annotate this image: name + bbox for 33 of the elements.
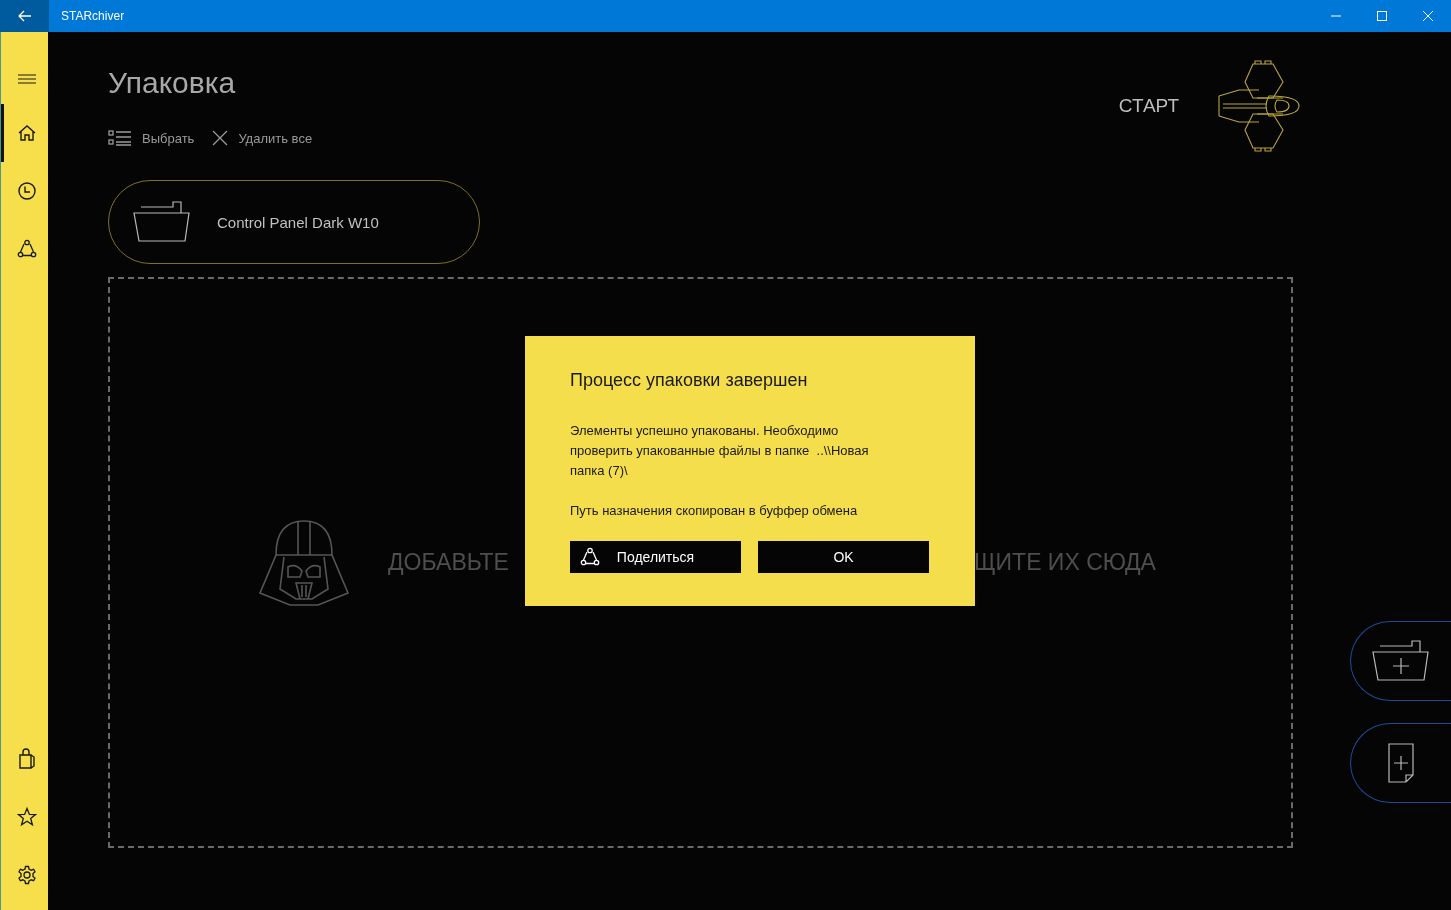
share-button[interactable]: Поделиться	[570, 541, 741, 573]
close-icon	[1423, 11, 1433, 21]
toolbar-button[interactable]: Удалить все	[212, 130, 313, 146]
folder-add-icon	[1372, 640, 1430, 682]
helmet-icon	[258, 518, 350, 607]
dialog-title: Процесс упаковки завершен	[570, 370, 809, 391]
folder-icon	[133, 201, 191, 243]
star-icon	[16, 807, 37, 827]
maximize-icon	[1377, 11, 1387, 21]
file-add-icon	[1386, 743, 1416, 783]
list-icon	[108, 130, 132, 146]
clock-icon	[16, 181, 37, 201]
drop-hint: ДОБАВЬТЕ	[388, 549, 510, 576]
settings-icon	[16, 865, 37, 885]
menu-icon	[17, 74, 36, 84]
close-icon	[212, 130, 229, 146]
starship-drawing[interactable]	[1217, 60, 1301, 152]
home-icon	[16, 123, 37, 143]
drop-hint: ЩИТЕ ИХ СЮДА	[974, 549, 1156, 576]
share-icon	[16, 239, 37, 259]
dialog-message: Путь назначения скопирован в буффер обмена	[570, 502, 859, 520]
shopping-bag-icon	[16, 748, 37, 770]
page-title: Упаковка	[108, 66, 237, 100]
dialog-message: Элементы успешно упакованы. Необходимо проверить упакованные файлы в папке ..\\Новая папка (7)\	[570, 422, 870, 480]
file-name: Control Panel Dark W10	[217, 213, 379, 231]
window-title: STARchiver	[61, 9, 126, 23]
ok-button[interactable]: OK	[758, 541, 929, 573]
minimize-icon	[1331, 15, 1341, 17]
share-icon	[580, 547, 600, 567]
toolbar-button[interactable]: Выбрать	[108, 130, 195, 146]
start-button[interactable]: СТАРТ	[1118, 95, 1179, 117]
back-arrow-icon	[17, 10, 32, 22]
back-button[interactable]	[0, 0, 49, 32]
